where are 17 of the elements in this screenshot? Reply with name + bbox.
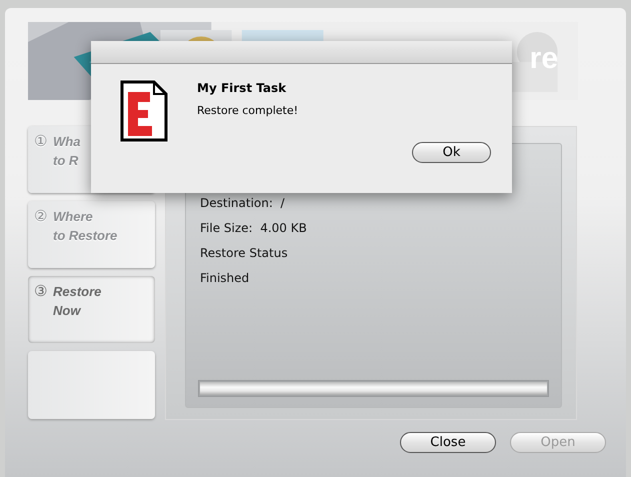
status-text: Finished — [200, 271, 250, 287]
step-card[interactable]: ③ Restore Now — [28, 276, 155, 343]
step-label: Restore Now — [53, 283, 102, 320]
step-card[interactable]: ② Where to Restore — [28, 201, 155, 268]
document-icon — [120, 80, 168, 142]
step-label: Wha to R — [53, 133, 80, 170]
dialog-button[interactable]: Close — [400, 432, 496, 453]
step-number: ② — [34, 207, 47, 225]
step-number: ① — [34, 132, 47, 150]
ok-button[interactable]: Ok — [412, 142, 491, 163]
status-text: Destination: / — [200, 196, 286, 212]
status-text: File Size: 4.00 KB — [200, 221, 308, 237]
dialog-message: Restore complete! — [197, 104, 300, 117]
status-text: Restore Status — [200, 246, 289, 262]
step-label: Where to Restore — [53, 208, 118, 245]
step-number: ③ — [34, 282, 47, 300]
dialog-title: My First Task — [197, 81, 288, 95]
